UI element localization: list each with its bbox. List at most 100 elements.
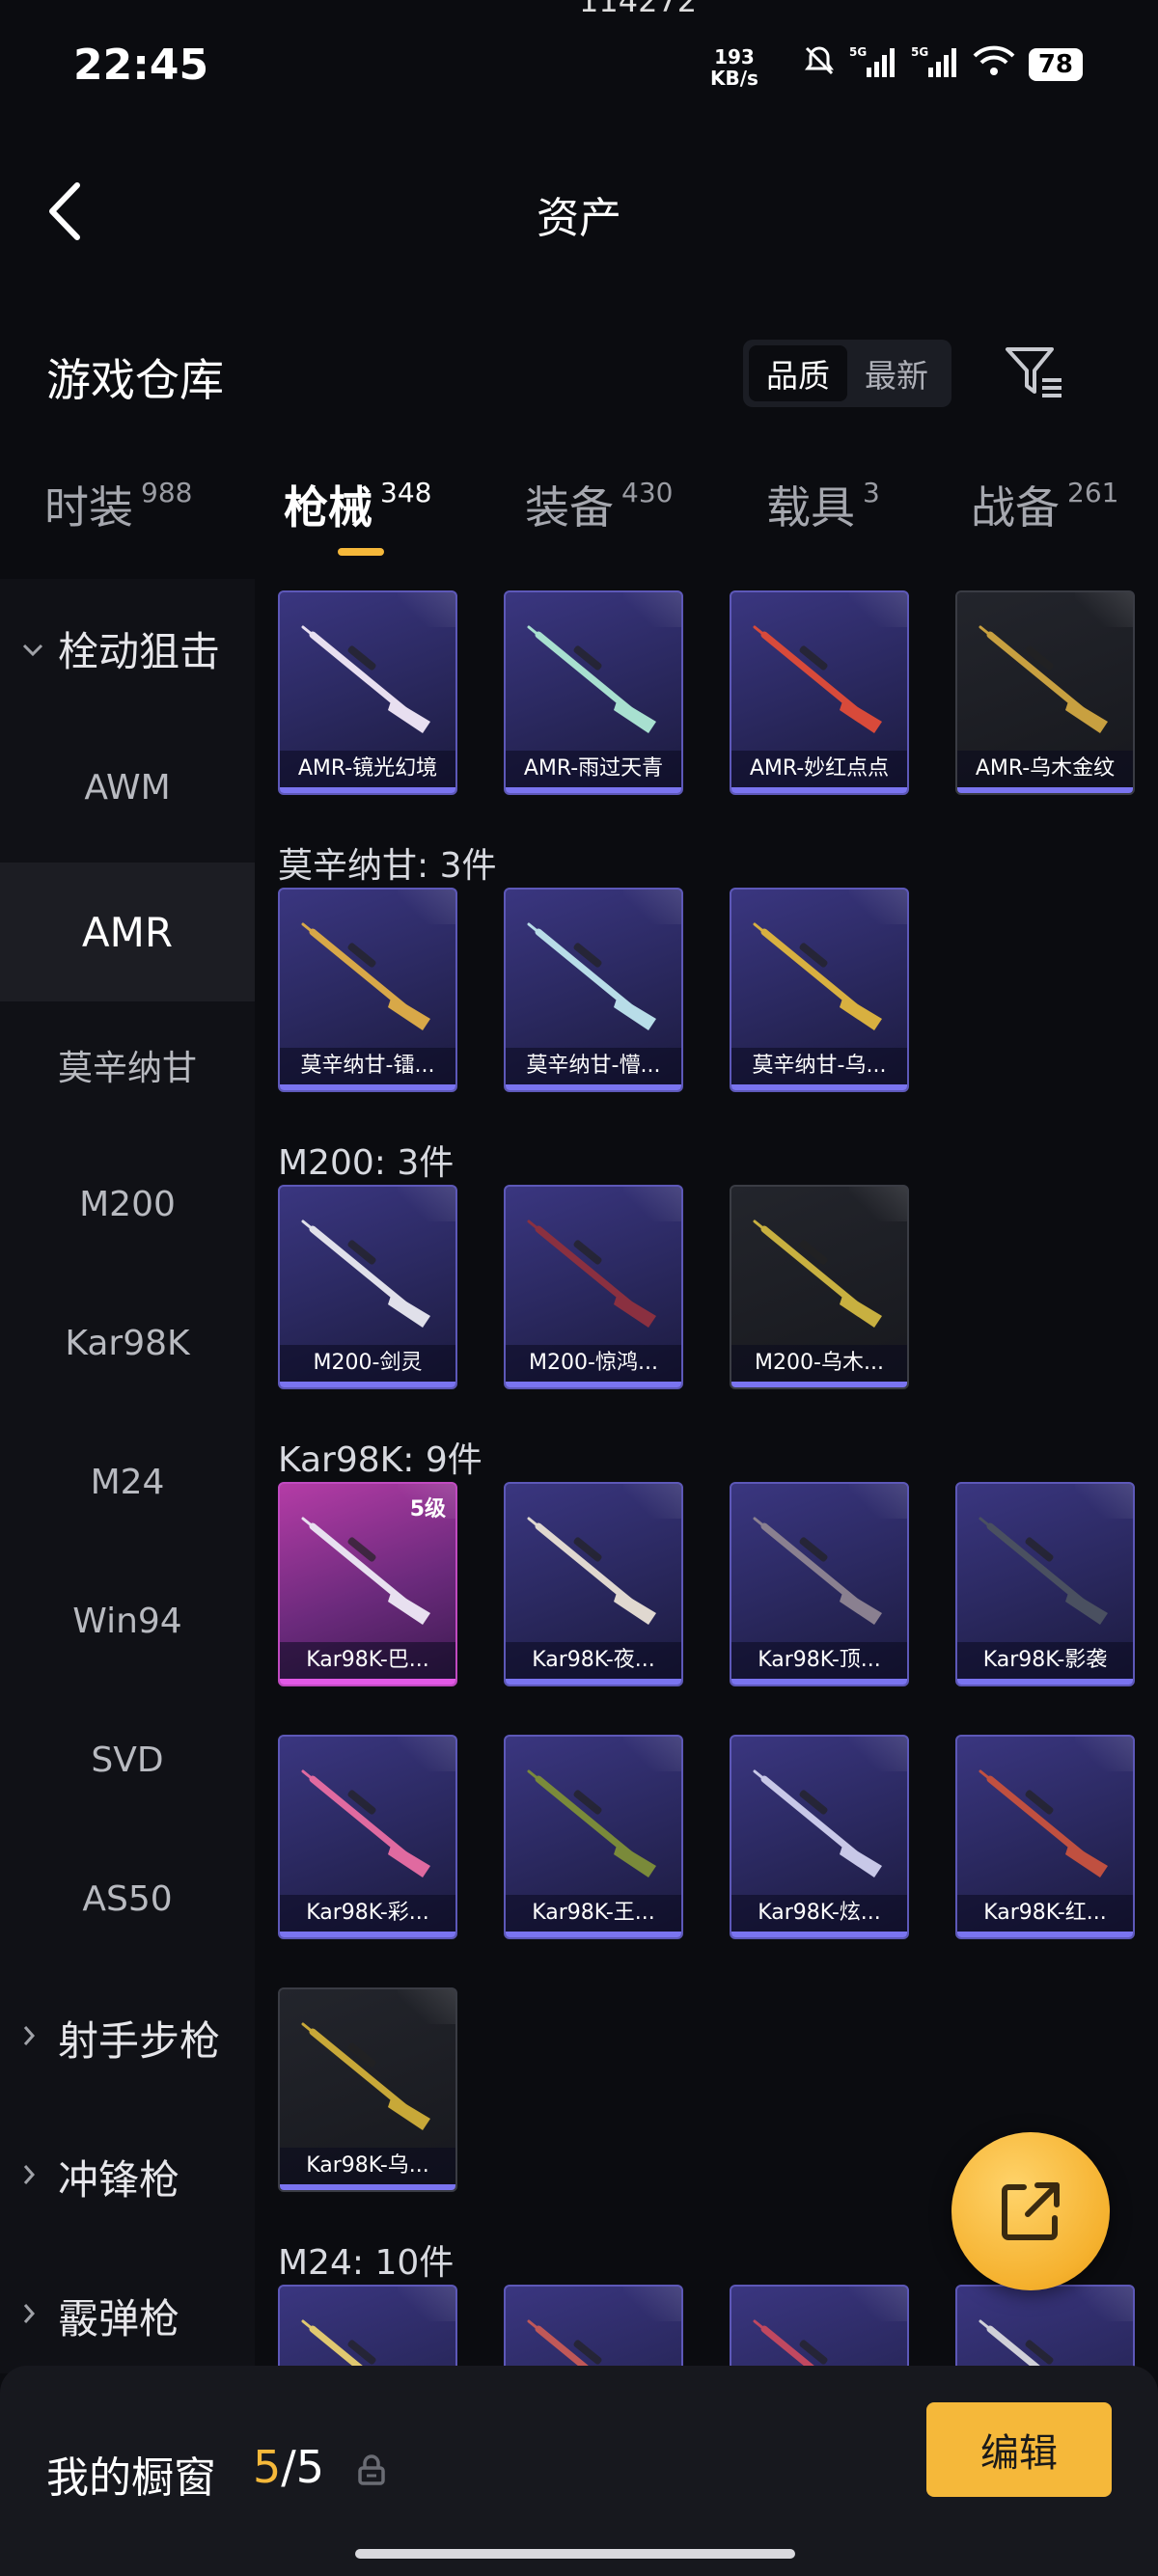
quality-bar bbox=[731, 1382, 907, 1387]
group-label: M200: 3件 bbox=[278, 1143, 455, 1183]
status-top-id: 114272 bbox=[579, 0, 698, 19]
sidebar-category[interactable]: 霰弹枪 bbox=[0, 2246, 255, 2385]
rifle-icon bbox=[301, 2022, 430, 2130]
weapon-card[interactable]: AMR-妙红点点 bbox=[730, 590, 909, 795]
quality-bar bbox=[280, 1382, 455, 1387]
weapon-card[interactable]: Kar98K-彩... bbox=[278, 1735, 457, 1939]
weapon-card[interactable]: Kar98K-乌... bbox=[278, 1987, 457, 2192]
tab-count: 3 bbox=[863, 477, 880, 508]
weapon-card[interactable]: 莫辛纳甘-懵... bbox=[504, 888, 683, 1092]
rifle-icon bbox=[527, 922, 656, 1030]
tab-guns[interactable]: 枪械 348 bbox=[284, 473, 431, 536]
network-rate-value: 193 bbox=[714, 45, 755, 69]
tab-fashion[interactable]: 时装 988 bbox=[44, 473, 192, 536]
weapon-name: M200-惊鸿... bbox=[506, 1345, 681, 1382]
rifle-icon bbox=[527, 625, 656, 733]
weapon-card[interactable]: Kar98K-顶... bbox=[730, 1482, 909, 1686]
weapon-card[interactable]: Kar98K-王... bbox=[504, 1735, 683, 1939]
chevron-right-icon bbox=[21, 2160, 58, 2194]
page-title: 资产 bbox=[537, 194, 621, 243]
sidebar-item[interactable]: M24 bbox=[0, 1412, 255, 1551]
weapon-card[interactable]: AMR-雨过天青 bbox=[504, 590, 683, 795]
weapon-name: Kar98K-巴... bbox=[280, 1642, 455, 1679]
rifle-icon bbox=[527, 1769, 656, 1877]
sidebar-item[interactable]: AMR bbox=[0, 863, 255, 1001]
network-rate-unit: KB/s bbox=[710, 67, 758, 90]
weapon-card[interactable]: 5级 Kar98K-巴... bbox=[278, 1482, 457, 1686]
weapon-card[interactable]: M200-剑灵 bbox=[278, 1185, 457, 1389]
weapon-name: Kar98K-彩... bbox=[280, 1895, 455, 1932]
tab-equipment[interactable]: 装备 430 bbox=[525, 473, 673, 536]
quality-bar bbox=[731, 1084, 907, 1090]
rifle-icon bbox=[301, 1517, 430, 1625]
weapon-name: AMR-乌木金纹 bbox=[957, 751, 1133, 787]
signal-5g-label-2: 5G bbox=[911, 45, 928, 59]
weapon-card[interactable]: 莫辛纳甘-镭... bbox=[278, 888, 457, 1092]
weapon-card[interactable]: Kar98K-影袭 bbox=[955, 1482, 1135, 1686]
weapon-card[interactable]: Kar98K-夜... bbox=[504, 1482, 683, 1686]
sort-latest-button[interactable]: 最新 bbox=[847, 345, 946, 401]
weapon-card[interactable]: AMR-乌木金纹 bbox=[955, 590, 1135, 795]
weapon-name: 莫辛纳甘-镭... bbox=[280, 1048, 455, 1084]
sidebar-item[interactable]: M200 bbox=[0, 1135, 255, 1274]
weapon-card[interactable] bbox=[278, 2285, 457, 2369]
sort-toggle: 品质 最新 bbox=[743, 340, 951, 407]
tab-supplies[interactable]: 战备 261 bbox=[971, 473, 1118, 536]
sidebar-item[interactable]: AS50 bbox=[0, 1829, 255, 1968]
sidebar-item-label: Win94 bbox=[72, 1601, 182, 1641]
quality-bar bbox=[731, 1679, 907, 1685]
share-button[interactable] bbox=[951, 2132, 1110, 2290]
weapon-card[interactable] bbox=[730, 2285, 909, 2369]
weapon-card[interactable]: Kar98K-炫... bbox=[730, 1735, 909, 1939]
rifle-icon bbox=[301, 1219, 430, 1328]
sidebar-item-label: M200 bbox=[79, 1184, 176, 1224]
tab-label: 战备 bbox=[971, 481, 1060, 534]
sidebar-item[interactable]: SVD bbox=[0, 1690, 255, 1829]
weapon-card[interactable] bbox=[955, 2285, 1135, 2369]
sidebar-item-label: 霰弹枪 bbox=[58, 2294, 180, 2343]
chevron-down-icon bbox=[21, 632, 58, 666]
chevron-right-icon bbox=[21, 2021, 58, 2055]
sidebar-item[interactable]: 莫辛纳甘 bbox=[0, 996, 255, 1135]
sidebar-category[interactable]: 栓动狙击 bbox=[0, 579, 255, 718]
rifle-icon bbox=[527, 1219, 656, 1328]
sort-quality-button[interactable]: 品质 bbox=[749, 345, 847, 401]
filter-button[interactable] bbox=[1004, 343, 1065, 401]
signal-icon: 5G bbox=[849, 44, 897, 85]
group-label: M24: 10件 bbox=[278, 2243, 455, 2283]
sidebar-category[interactable]: 射手步枪 bbox=[0, 1968, 255, 2107]
sidebar-item-label: 栓动狙击 bbox=[58, 627, 221, 675]
weapon-card[interactable]: Kar98K-红... bbox=[955, 1735, 1135, 1939]
rifle-icon bbox=[753, 1517, 882, 1625]
weapon-sidebar: 栓动狙击 AWM AMR 莫辛纳甘 M200 Kar98K M24 Win94 SVD AS50 射… bbox=[0, 579, 255, 2373]
weapon-name: M200-乌木... bbox=[731, 1345, 907, 1382]
sidebar-item[interactable]: Kar98K bbox=[0, 1274, 255, 1412]
weapon-card[interactable] bbox=[504, 2285, 683, 2369]
sidebar-item[interactable]: AWM bbox=[0, 718, 255, 857]
home-indicator[interactable] bbox=[355, 2549, 795, 2559]
wifi-icon bbox=[973, 44, 1015, 85]
weapon-card[interactable]: AMR-镜光幻境 bbox=[278, 590, 457, 795]
quality-bar bbox=[280, 787, 455, 793]
quality-bar bbox=[280, 1679, 455, 1685]
weapon-card[interactable]: M200-乌木... bbox=[730, 1185, 909, 1389]
sidebar-item[interactable]: Win94 bbox=[0, 1551, 255, 1690]
tab-label: 载具 bbox=[766, 481, 855, 534]
sidebar-item-label: Kar98K bbox=[65, 1323, 190, 1363]
sidebar-item-label: AMR bbox=[81, 908, 174, 956]
rifle-icon bbox=[753, 2319, 828, 2369]
weapon-card[interactable]: M200-惊鸿... bbox=[504, 1185, 683, 1389]
tab-vehicles[interactable]: 载具 3 bbox=[766, 473, 880, 536]
sidebar-item-label: 莫辛纳甘 bbox=[57, 1049, 197, 1088]
sidebar-item-label: M24 bbox=[90, 1462, 165, 1502]
rifle-icon bbox=[527, 2319, 602, 2369]
rifle-icon bbox=[301, 1769, 430, 1877]
edit-button[interactable]: 编辑 bbox=[926, 2402, 1112, 2497]
weapon-card[interactable]: 莫辛纳甘-乌... bbox=[730, 888, 909, 1092]
quality-bar bbox=[731, 787, 907, 793]
quality-bar bbox=[957, 787, 1133, 793]
sidebar-category[interactable]: 冲锋枪 bbox=[0, 2107, 255, 2246]
weapon-name: M200-剑灵 bbox=[280, 1345, 455, 1382]
rifle-icon bbox=[979, 2319, 1054, 2369]
showcase-label: 我的橱窗 bbox=[46, 2453, 216, 2503]
